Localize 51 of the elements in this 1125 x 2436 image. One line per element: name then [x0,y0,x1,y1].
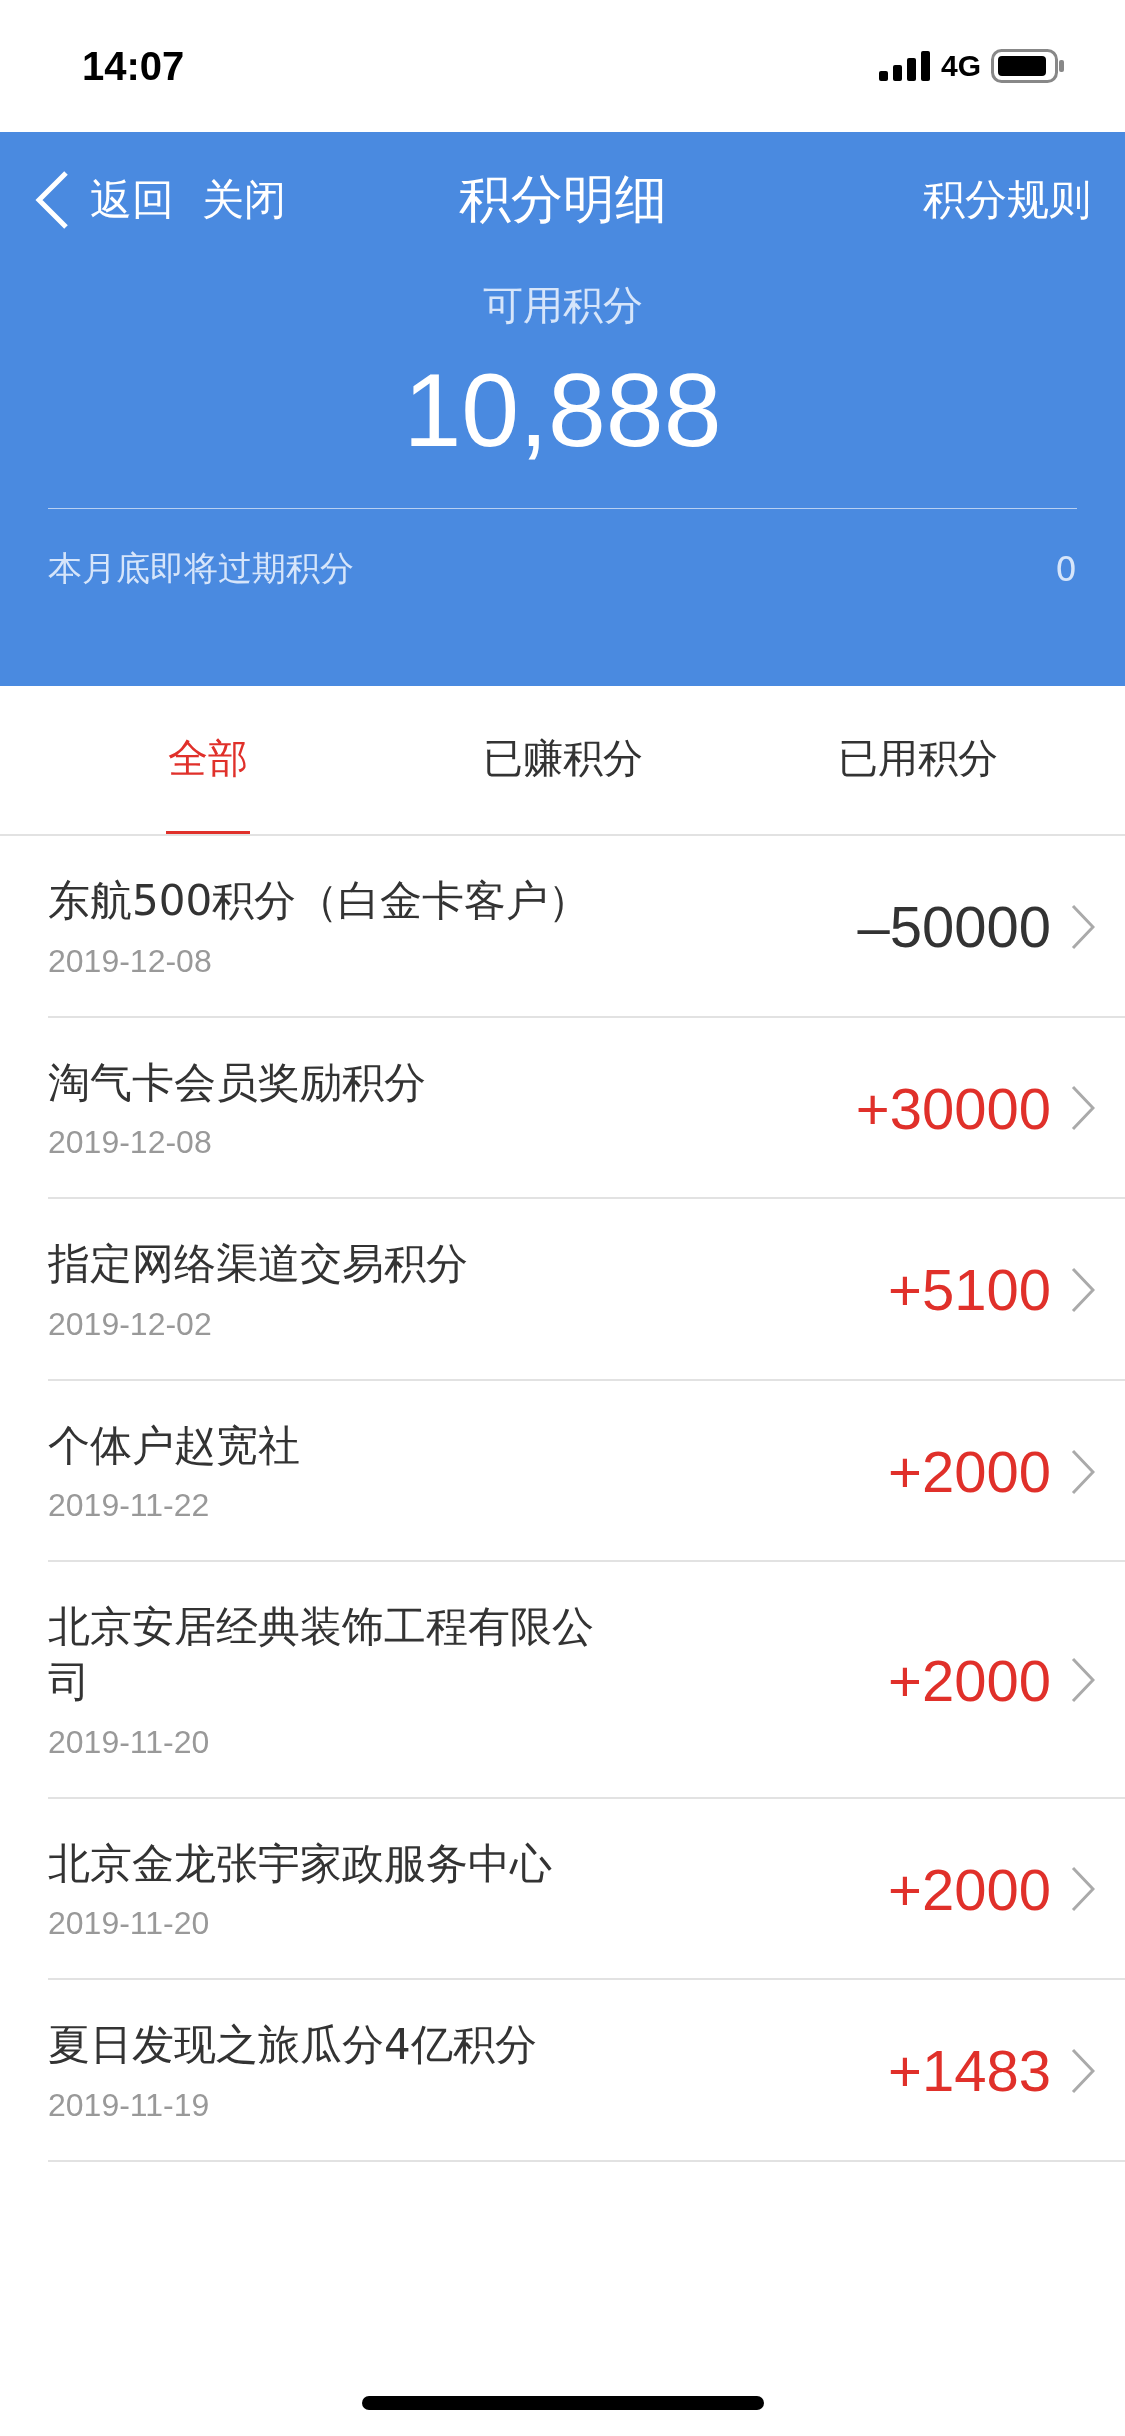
expiring-value: 0 [1055,549,1077,589]
tab[interactable]: 已用积分 [740,686,1095,834]
chevron-icon [1071,1085,1095,1132]
balance-value: 10,888 [402,351,723,470]
record-date: 2019-11-20 [48,1905,211,1943]
record-title: 淘气卡会员奖励积分 [48,1056,427,1109]
signal-icon [878,51,931,81]
chevron-icon [1071,1267,1095,1313]
record-date: 2019-12-08 [48,1124,213,1162]
record-date: 2019-11-22 [48,1487,211,1525]
record-title: 个体户赵宽社 [48,1419,301,1472]
close-button[interactable]: 关闭 [202,172,286,228]
chevron-icon [1071,1448,1095,1495]
points-record[interactable]: 北京金龙张宇家政服务中心 2019-11-20 +2000 [48,1798,1125,1979]
page-title: 积分明细 [458,168,667,231]
expiring-label: 本月底即将过期积分 [48,547,354,590]
balance-label: 可用积分 [481,281,644,330]
chevron-icon [1071,2047,1095,2094]
back-icon [34,170,70,230]
points-amount: +2000 [888,1438,1051,1506]
record-title: 东航500积分（白金卡客户） [48,875,592,927]
network-label: 4G [940,49,981,83]
points-record[interactable]: 北京安居经典装饰工程有限公司 2019-11-20 +2000 [48,1562,1125,1797]
points-amount: +1483 [888,2037,1051,2105]
record-title: 指定网络渠道交易积分 [48,1238,469,1291]
points-record[interactable]: 夏日发现之旅瓜分4亿积分 2019-11-19 +1483 [48,1980,1125,2160]
record-title: 夏日发现之旅瓜分4亿积分 [48,2019,538,2072]
record-title: 北京金龙张宇家政服务中心 [48,1837,553,1890]
record-title: 北京安居经典装饰工程有限公司 [48,1601,595,1708]
points-record[interactable]: 个体户赵宽社 2019-11-22 +2000 [48,1380,1125,1561]
rules-link[interactable]: 积分规则 [923,172,1091,228]
points-amount: –50000 [857,893,1051,961]
record-date: 2019-11-20 [48,1723,211,1761]
tab[interactable]: 已赚积分 [385,686,740,834]
battery-icon [991,49,1065,83]
tab[interactable]: 全部 [30,686,385,834]
points-amount: +5100 [888,1256,1051,1324]
chevron-icon [1071,1657,1095,1704]
points-record[interactable]: 东航500积分（白金卡客户） 2019-12-08 –50000 [48,836,1125,1016]
points-record[interactable]: 指定网络渠道交易积分 2019-12-02 +5100 [48,1199,1125,1379]
record-date: 2019-11-19 [48,2086,211,2124]
points-record[interactable]: 淘气卡会员奖励积分 2019-12-08 +30000 [48,1017,1125,1198]
points-amount: +30000 [855,1074,1051,1142]
points-amount: +2000 [888,1646,1051,1714]
points-amount: +2000 [888,1855,1051,1923]
chevron-icon [1071,903,1095,950]
back-button[interactable]: 返回 [34,170,174,230]
record-date: 2019-12-08 [48,942,213,980]
status-time: 14:07 [82,43,185,89]
record-date: 2019-12-02 [48,1305,213,1343]
chevron-icon [1071,1866,1095,1913]
